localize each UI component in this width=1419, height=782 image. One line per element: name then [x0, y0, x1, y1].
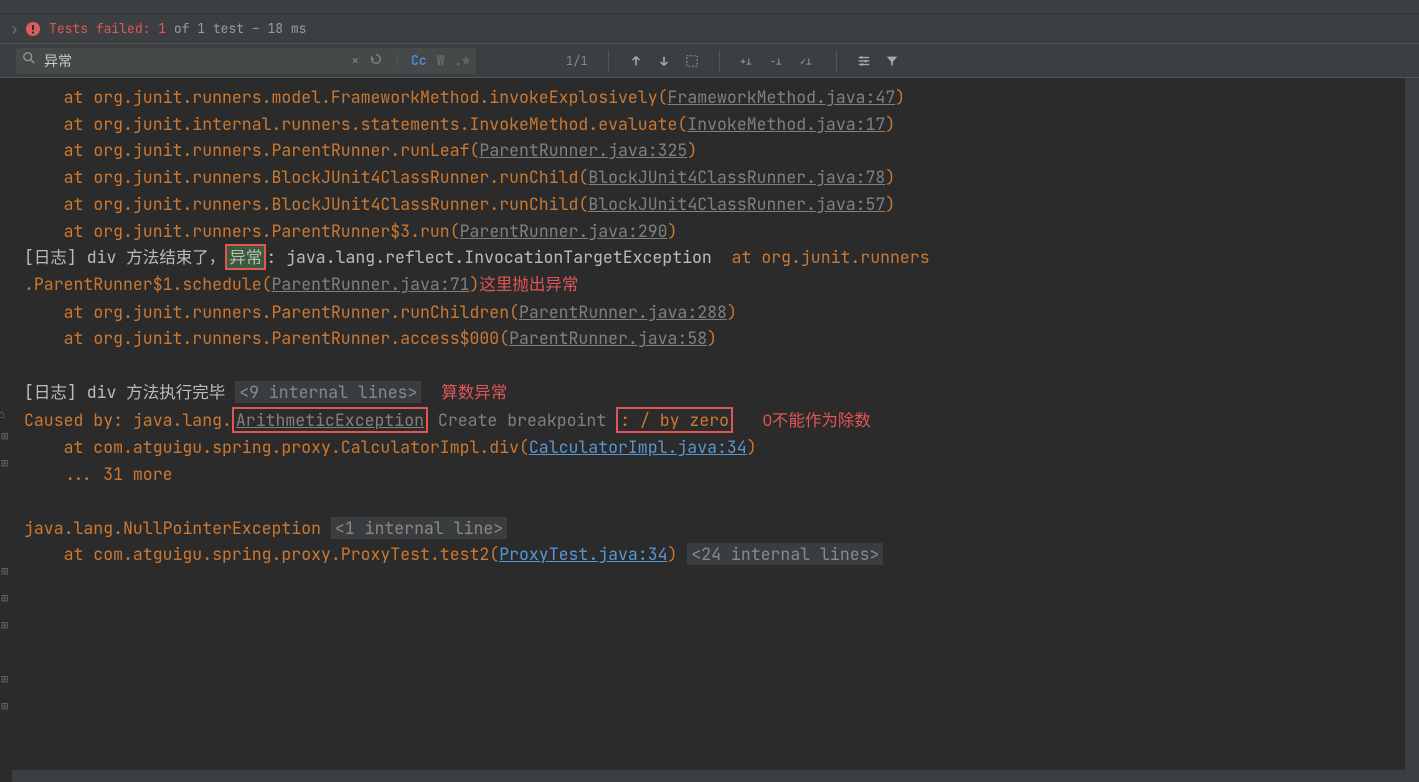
regex-toggle[interactable]: .* [454, 52, 470, 69]
search-input[interactable] [44, 53, 351, 69]
source-link[interactable]: CalculatorImpl.java:34 [529, 436, 747, 458]
stack-line: at org.junit.internal.runners.statements… [16, 111, 1419, 138]
add-selection-icon[interactable]: +⟂ [740, 54, 756, 68]
svg-text:+⟂: +⟂ [740, 54, 752, 67]
annotation: 这里抛出异常 [479, 276, 578, 294]
test-status-bar: › Tests failed: 1 of 1 test – 18 ms [0, 14, 1419, 44]
stack-line: at com.atguigu.spring.proxy.ProxyTest.te… [16, 541, 1419, 568]
source-link[interactable]: InvokeMethod.java:17 [687, 113, 885, 135]
source-link[interactable]: BlockJUnit4ClassRunner.java:78 [588, 166, 885, 188]
window-top-strip [0, 0, 1419, 14]
create-breakpoint[interactable]: Create breakpoint [438, 409, 606, 431]
chevron-right-icon[interactable]: › [10, 19, 19, 39]
fold-icon[interactable]: ⊞ [1, 616, 8, 635]
match-case-toggle[interactable]: Cc [411, 52, 427, 69]
select-all-occurrences-icon[interactable]: ✓⟂ [800, 54, 816, 68]
horizontal-scrollbar[interactable] [12, 770, 1405, 782]
fold-icon[interactable]: ⊞ [1, 562, 8, 581]
exception-link[interactable]: ArithmeticException [232, 407, 428, 433]
next-match-icon[interactable] [657, 54, 671, 68]
source-link[interactable]: ParentRunner.java:325 [479, 139, 687, 161]
stack-line: at org.junit.runners.BlockJUnit4ClassRun… [16, 164, 1419, 191]
more-line: ... 31 more [16, 461, 1419, 488]
caused-by-line: Caused by: java.lang.ArithmeticException… [16, 407, 1419, 435]
error-icon [25, 21, 41, 37]
source-link[interactable]: ProxyTest.java:34 [499, 543, 667, 565]
console-output[interactable]: at org.junit.runners.model.FrameworkMeth… [0, 78, 1419, 568]
toolbar-separator [608, 50, 609, 72]
fold-icon[interactable]: ⊞ [1, 589, 8, 608]
search-icon [22, 51, 36, 70]
log-line: [日志] div 方法结束了，异常: java.lang.reflect.Inv… [16, 244, 1419, 271]
stack-line: at com.atguigu.spring.proxy.CalculatorIm… [16, 434, 1419, 461]
stack-line: at org.junit.runners.ParentRunner.runChi… [16, 299, 1419, 326]
source-link[interactable]: ParentRunner.java:58 [509, 327, 707, 349]
console-toolbar: × | Cc W .* 1/1 +⟂ −⟂ ✓⟂ [0, 44, 1419, 78]
folded-lines[interactable]: <9 internal lines> [235, 381, 421, 403]
search-highlight: 异常 [225, 244, 266, 270]
fold-icon[interactable]: ⊞ [1, 427, 8, 446]
fold-icon[interactable]: ⊞ [1, 670, 8, 689]
prev-match-icon[interactable] [629, 54, 643, 68]
exception-line: java.lang.NullPointerException <1 intern… [16, 515, 1419, 542]
left-gutter [0, 44, 12, 77]
select-all-icon[interactable] [685, 54, 699, 68]
stack-line: .ParentRunner$1.schedule(ParentRunner.ja… [16, 271, 1419, 299]
toolbar-nav-group: 1/1 +⟂ −⟂ ✓⟂ [566, 50, 899, 72]
source-link[interactable]: BlockJUnit4ClassRunner.java:57 [588, 193, 885, 215]
folded-lines[interactable]: <24 internal lines> [687, 543, 883, 565]
settings-icon[interactable] [857, 54, 871, 68]
filter-icon[interactable] [885, 54, 899, 68]
annotation: 0不能作为除数 [763, 412, 871, 430]
stack-line: at org.junit.runners.ParentRunner$3.run(… [16, 218, 1419, 245]
clear-search-icon[interactable]: × [351, 52, 359, 69]
fold-icon[interactable]: ⊞ [1, 697, 8, 716]
blank-line [16, 352, 1419, 379]
blank-line [16, 488, 1419, 515]
annotation: 算数异常 [441, 384, 507, 402]
folded-lines[interactable]: <1 internal line> [331, 517, 507, 539]
toolbar-separator [719, 50, 720, 72]
match-counter: 1/1 [566, 53, 588, 69]
remove-selection-icon[interactable]: −⟂ [770, 54, 786, 68]
source-link[interactable]: FrameworkMethod.java:47 [668, 86, 896, 108]
vertical-scrollbar[interactable] [1405, 78, 1419, 782]
fold-icon[interactable]: ⊞ [1, 454, 8, 473]
search-history-icon[interactable] [369, 52, 383, 70]
toolbar-separator: | [393, 52, 401, 69]
svg-text:✓⟂: ✓⟂ [800, 54, 812, 67]
stack-line: at org.junit.runners.ParentRunner.runLea… [16, 137, 1419, 164]
stack-line: at org.junit.runners.ParentRunner.access… [16, 325, 1419, 352]
words-toggle[interactable]: W [437, 52, 445, 69]
source-link[interactable]: ParentRunner.java:71 [272, 273, 470, 295]
stack-line: at org.junit.runners.model.FrameworkMeth… [16, 84, 1419, 111]
source-link[interactable]: ParentRunner.java:288 [519, 301, 727, 323]
home-gutter-icon[interactable]: ⌂ [0, 405, 5, 424]
stack-line: at org.junit.runners.BlockJUnit4ClassRun… [16, 191, 1419, 218]
toolbar-separator [836, 50, 837, 72]
log-line: [日志] div 方法执行完毕 <9 internal lines> 算数异常 [16, 379, 1419, 407]
test-status-text: Tests failed: 1 of 1 test – 18 ms [49, 20, 306, 37]
source-link[interactable]: ParentRunner.java:290 [460, 220, 668, 242]
svg-text:−⟂: −⟂ [770, 54, 782, 67]
search-box[interactable]: × | Cc W .* [16, 48, 476, 74]
